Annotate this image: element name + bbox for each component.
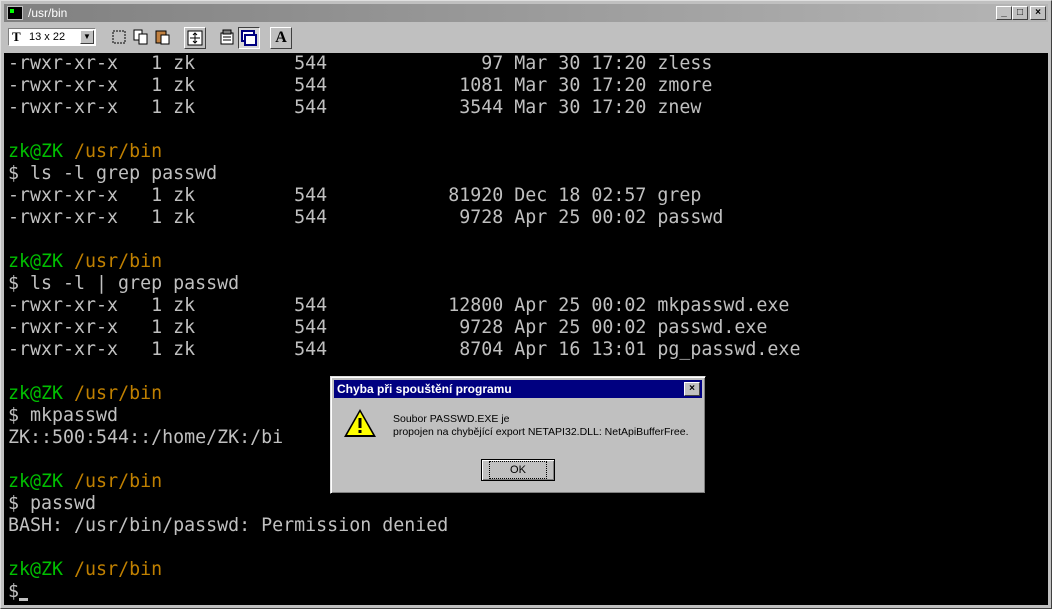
prompt-user: zk@ZK bbox=[8, 141, 64, 162]
terminal-line: -rwxr-xr-x 1 zk 544 12800 Apr 25 00:02 m… bbox=[8, 295, 790, 316]
terminal-line: -rwxr-xr-x 1 zk 544 1081 Mar 30 17:20 zm… bbox=[8, 75, 713, 96]
close-icon[interactable]: × bbox=[1030, 6, 1046, 20]
prompt-user: zk@ZK bbox=[8, 251, 64, 272]
prompt-line: zk@ZK /usr/bin bbox=[8, 471, 162, 493]
dialog-title: Chyba při spouštění programu bbox=[337, 382, 512, 396]
terminal-line: $ mkpasswd bbox=[8, 405, 119, 426]
background-icon[interactable] bbox=[238, 27, 260, 49]
warning-icon bbox=[344, 409, 376, 437]
font-size-select[interactable]: T 13 x 22 ▼ bbox=[8, 28, 96, 46]
prompt-line: zk@ZK /usr/bin bbox=[8, 559, 162, 581]
dialog-title-bar[interactable]: Chyba při spouštění programu × bbox=[334, 380, 702, 398]
terminal-line: -rwxr-xr-x 1 zk 544 97 Mar 30 17:20 zles… bbox=[8, 53, 713, 74]
chevron-down-icon[interactable]: ▼ bbox=[80, 30, 94, 44]
terminal-line: -rwxr-xr-x 1 zk 544 8704 Apr 16 13:01 pg… bbox=[8, 339, 801, 360]
terminal-line: -rwxr-xr-x 1 zk 544 81920 Dec 18 02:57 g… bbox=[8, 185, 702, 206]
maximize-icon[interactable]: □ bbox=[1012, 6, 1028, 20]
dialog-message-line: Soubor PASSWD.EXE je bbox=[393, 413, 510, 425]
prompt-symbol: $ bbox=[8, 581, 20, 602]
properties-icon[interactable] bbox=[216, 27, 238, 49]
title-bar[interactable]: /usr/bin _ □ × bbox=[4, 4, 1048, 22]
terminal-line: -rwxr-xr-x 1 zk 544 3544 Mar 30 17:20 zn… bbox=[8, 97, 702, 118]
close-icon[interactable]: × bbox=[684, 382, 700, 396]
fullscreen-icon[interactable] bbox=[184, 27, 206, 49]
dialog-message: Soubor PASSWD.EXE je propojen na chybějí… bbox=[393, 413, 689, 439]
prompt-line: zk@ZK /usr/bin bbox=[8, 141, 162, 163]
prompt-path: /usr/bin bbox=[74, 559, 163, 580]
prompt-line: zk@ZK /usr/bin bbox=[8, 383, 162, 405]
window-title: /usr/bin bbox=[28, 6, 68, 20]
font-size-value: 13 x 22 bbox=[29, 31, 66, 43]
error-dialog: Chyba při spouštění programu × Soubor PA… bbox=[330, 376, 706, 494]
ok-button[interactable]: OK bbox=[481, 459, 555, 481]
copy-icon[interactable] bbox=[130, 27, 152, 49]
prompt-path: /usr/bin bbox=[74, 141, 163, 162]
prompt-path: /usr/bin bbox=[74, 251, 163, 272]
mark-icon[interactable] bbox=[108, 27, 130, 49]
prompt-line: zk@ZK /usr/bin bbox=[8, 251, 162, 273]
paste-icon[interactable] bbox=[152, 27, 174, 49]
terminal-line: -rwxr-xr-x 1 zk 544 9728 Apr 25 00:02 pa… bbox=[8, 207, 724, 228]
terminal-window: /usr/bin _ □ × T 13 x 22 ▼ A -rwxr-xr-x … bbox=[0, 0, 1052, 609]
prompt-path: /usr/bin bbox=[74, 383, 163, 404]
font-type-icon: T bbox=[12, 29, 21, 44]
font-icon[interactable]: A bbox=[270, 27, 292, 49]
toolbar: T 13 x 22 ▼ A bbox=[4, 25, 1048, 51]
minimize-icon[interactable]: _ bbox=[996, 6, 1012, 20]
terminal-line: BASH: /usr/bin/passwd: Permission denied bbox=[8, 515, 449, 536]
ok-button-label: OK bbox=[489, 461, 547, 479]
terminal-line: $ passwd bbox=[8, 493, 97, 514]
prompt-user: zk@ZK bbox=[8, 471, 64, 492]
terminal-app-icon[interactable] bbox=[7, 6, 23, 20]
prompt-user: zk@ZK bbox=[8, 383, 64, 404]
prompt-path: /usr/bin bbox=[74, 471, 163, 492]
text-cursor bbox=[19, 598, 29, 601]
dialog-message-line: propojen na chybějící export NETAPI32.DL… bbox=[393, 426, 689, 438]
terminal-output[interactable]: -rwxr-xr-x 1 zk 544 97 Mar 30 17:20 zles… bbox=[4, 53, 1048, 605]
prompt-input-line: $ bbox=[8, 581, 29, 603]
terminal-line: -rwxr-xr-x 1 zk 544 9728 Apr 25 00:02 pa… bbox=[8, 317, 768, 338]
terminal-line: ZK::500:544::/home/ZK:/bi bbox=[8, 427, 284, 448]
terminal-line: $ ls -l | grep passwd bbox=[8, 273, 240, 294]
prompt-user: zk@ZK bbox=[8, 559, 64, 580]
terminal-line: $ ls -l grep passwd bbox=[8, 163, 218, 184]
